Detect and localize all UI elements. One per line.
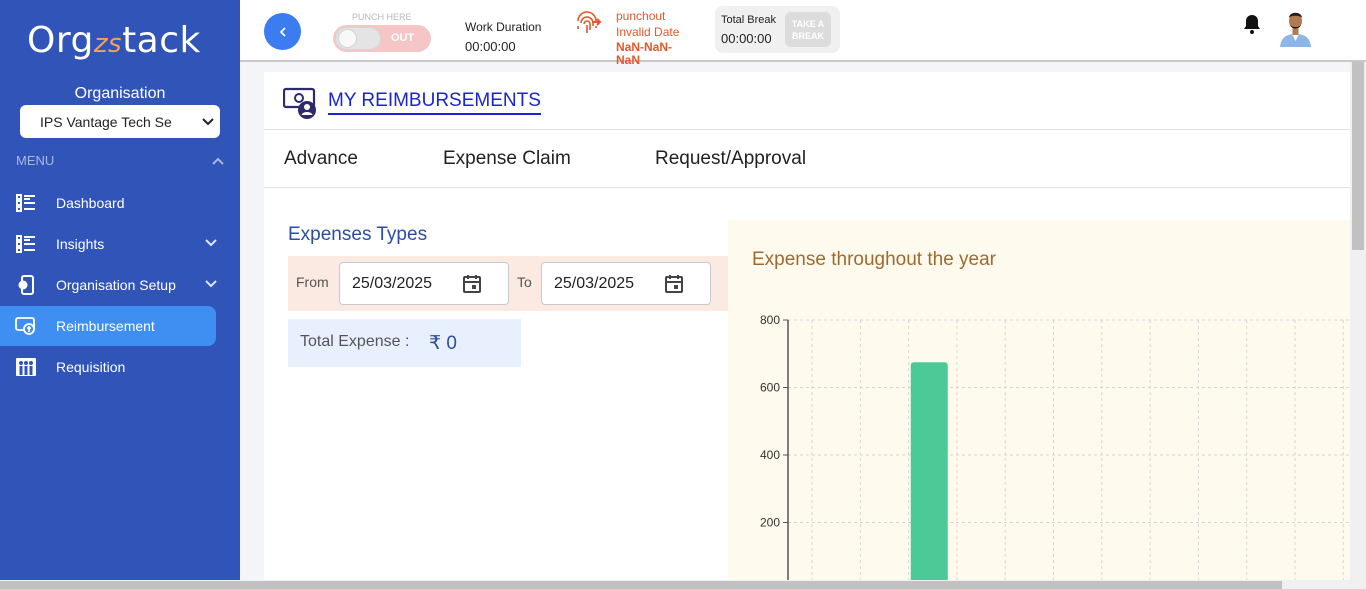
total-break-box: Total Break 00:00:00 TAKE A BREAK <box>715 6 840 53</box>
organisation-select-value: IPS Vantage Tech Se <box>40 113 172 130</box>
menu-header[interactable]: MENU <box>16 153 224 168</box>
from-label: From <box>296 274 329 290</box>
tab-expense-claim[interactable]: Expense Claim <box>443 148 571 170</box>
logo-text-a: Org <box>27 20 94 61</box>
date-filter: From 25/03/2025 To 25/03/2025 <box>288 256 728 311</box>
sidebar-item-dashboard[interactable]: Dashboard <box>0 183 216 223</box>
punch-state: OUT <box>391 32 415 44</box>
expense-chart-panel: Expense throughout the year 200 400 600 800 <box>728 220 1350 589</box>
reimbursement-card: MY REIMBURSEMENTS Advance Expense Claim … <box>264 72 1350 589</box>
chart-bar <box>910 362 948 589</box>
y-tick-label: 200 <box>760 516 780 530</box>
organisation-select[interactable]: IPS Vantage Tech Se <box>20 105 220 138</box>
total-expense-label: Total Expense : <box>300 333 410 350</box>
user-avatar[interactable] <box>1277 7 1314 47</box>
chevron-up-icon <box>212 153 224 168</box>
org-setup-icon <box>15 274 37 296</box>
dashboard-list-icon <box>15 192 37 214</box>
app-logo[interactable]: Orgzstack <box>27 20 201 61</box>
sidebar-item-reimbursement[interactable]: Reimbursement <box>0 306 216 346</box>
punchout-time: NaN-NaN-NaN <box>616 40 673 67</box>
from-date-value: 25/03/2025 <box>352 274 433 292</box>
requisition-icon <box>15 356 37 378</box>
sidebar: Orgzstack Organisation IPS Vantage Tech … <box>0 0 240 589</box>
sidebar-item-insights[interactable]: Insights <box>0 224 217 264</box>
fingerprint-icon <box>575 9 603 35</box>
calendar-icon[interactable] <box>462 274 482 294</box>
sidebar-item-label: Insights <box>56 236 105 252</box>
tabs-row: Advance Expense Claim Request/Approval <box>264 130 1350 188</box>
reimbursement-icon <box>15 315 37 337</box>
tab-request-approval[interactable]: Request/Approval <box>655 148 806 170</box>
chevron-left-icon <box>279 24 287 40</box>
punch-label: PUNCH HERE <box>352 12 412 22</box>
to-date-value: 25/03/2025 <box>554 274 635 292</box>
chevron-down-icon <box>205 279 217 291</box>
sidebar-item-organisation-setup[interactable]: Organisation Setup <box>0 265 217 305</box>
logo-text-b: zs <box>93 29 123 59</box>
calendar-icon[interactable] <box>664 274 684 294</box>
y-tick-label: 800 <box>760 313 780 327</box>
menu-label: MENU <box>16 153 55 168</box>
punch-toggle[interactable]: OUT <box>333 25 431 52</box>
section-title: Expenses Types <box>288 224 428 245</box>
reimbursement-user-icon <box>282 86 319 120</box>
title-row: MY REIMBURSEMENTS <box>264 72 1350 130</box>
insights-list-icon <box>15 233 37 255</box>
horizontal-scrollbar-thumb[interactable] <box>0 581 1282 589</box>
total-expense-value: ₹ 0 <box>429 333 457 354</box>
back-button[interactable] <box>264 13 301 50</box>
y-tick-label: 400 <box>760 448 780 462</box>
chevron-down-icon <box>205 238 217 250</box>
logo-text-c: tack <box>122 20 201 61</box>
to-date-input[interactable]: 25/03/2025 <box>541 262 711 305</box>
vertical-scrollbar[interactable] <box>1350 62 1366 589</box>
horizontal-scrollbar[interactable] <box>0 580 1350 589</box>
take-break-button[interactable]: TAKE A BREAK <box>785 12 831 47</box>
total-expense-box: Total Expense : ₹ 0 <box>288 319 521 367</box>
expense-bar-chart: 200 400 600 800 <box>760 313 1350 589</box>
sidebar-item-label: Requisition <box>56 359 126 375</box>
work-duration-value: 00:00:00 <box>465 39 516 54</box>
from-date-input[interactable]: 25/03/2025 <box>339 262 509 305</box>
total-break-value: 00:00:00 <box>721 31 772 46</box>
sidebar-item-label: Organisation Setup <box>56 277 176 293</box>
sidebar-item-label: Reimbursement <box>56 318 155 334</box>
to-label: To <box>517 274 532 290</box>
tab-advance[interactable]: Advance <box>284 148 358 170</box>
punchout-date: Invalid Date <box>616 25 680 39</box>
total-break-label: Total Break <box>721 14 777 26</box>
work-duration-label: Work Duration <box>465 20 542 34</box>
top-bar: PUNCH HERE OUT Work Duration 00:00:00 pu… <box>240 0 1366 67</box>
organisation-label: Organisation <box>74 85 166 102</box>
sidebar-item-label: Dashboard <box>56 195 125 211</box>
page-title[interactable]: MY REIMBURSEMENTS <box>328 90 541 115</box>
chevron-down-icon <box>196 115 220 129</box>
y-tick-label: 600 <box>760 381 780 395</box>
vertical-scrollbar-thumb[interactable] <box>1352 62 1364 250</box>
punchout-label: punchout <box>616 9 666 23</box>
punch-toggle-knob <box>335 27 381 50</box>
notification-bell-icon[interactable] <box>1243 14 1261 34</box>
sidebar-item-requisition[interactable]: Requisition <box>0 347 216 387</box>
